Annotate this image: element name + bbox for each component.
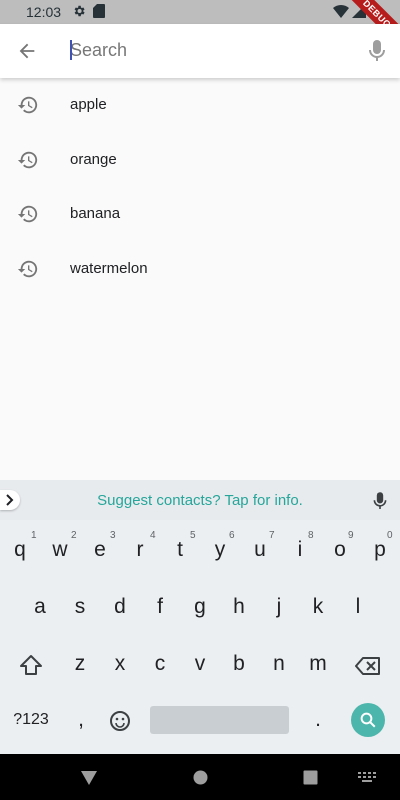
text-cursor	[70, 40, 72, 60]
key-m[interactable]: m	[300, 646, 336, 682]
key-n[interactable]: n	[261, 646, 297, 682]
key-hint: 4	[150, 530, 156, 541]
emoji-icon[interactable]	[109, 710, 131, 732]
key-hint: 8	[308, 530, 314, 541]
keyboard-switcher-icon[interactable]	[358, 772, 376, 784]
wifi-icon	[333, 5, 349, 18]
key-g[interactable]: g	[182, 589, 218, 625]
soft-keyboard: Suggest contacts? Tap for info. q w e r …	[0, 480, 400, 754]
key-hint: 5	[190, 530, 196, 541]
settings-icon	[74, 5, 85, 17]
history-item[interactable]: banana	[0, 187, 400, 242]
key-x[interactable]: x	[102, 646, 138, 682]
history-label: watermelon	[70, 259, 148, 277]
symbols-key[interactable]: ?123	[6, 702, 56, 738]
key-hint: 7	[269, 530, 275, 541]
key-hint: 3	[110, 530, 116, 541]
key-h[interactable]: h	[221, 589, 257, 625]
key-hint: 1	[31, 530, 37, 541]
suggestion-strip: Suggest contacts? Tap for info.	[0, 480, 400, 520]
key-l[interactable]: l	[340, 589, 376, 625]
nav-back-icon[interactable]	[80, 770, 98, 786]
key-hint: 6	[229, 530, 235, 541]
key-j[interactable]: j	[261, 589, 297, 625]
history-item[interactable]: watermelon	[0, 242, 400, 297]
history-item[interactable]: orange	[0, 133, 400, 188]
system-nav-bar	[0, 754, 400, 800]
history-label: orange	[70, 150, 117, 168]
search-input[interactable]	[70, 36, 350, 64]
back-arrow-icon[interactable]	[16, 40, 38, 62]
key-k[interactable]: k	[300, 589, 336, 625]
history-icon	[17, 260, 38, 277]
search-history-list: apple orange banana watermelon	[0, 78, 400, 296]
comma-key[interactable]: ,	[64, 702, 98, 738]
key-b[interactable]: b	[221, 646, 257, 682]
key-d[interactable]: d	[102, 589, 138, 625]
sd-card-icon	[93, 4, 105, 18]
space-bar[interactable]	[150, 706, 289, 734]
key-hint: 2	[71, 530, 77, 541]
status-bar: 12:03 DEBUG	[0, 0, 400, 52]
shift-icon[interactable]	[19, 654, 43, 676]
key-a[interactable]: a	[22, 589, 58, 625]
key-hint: 0	[387, 530, 393, 541]
key-hint: 9	[348, 530, 354, 541]
key-c[interactable]: c	[142, 646, 178, 682]
search-icon	[360, 712, 376, 728]
search-app-bar	[0, 24, 400, 78]
history-item[interactable]: apple	[0, 78, 400, 133]
key-v[interactable]: v	[182, 646, 218, 682]
key-z[interactable]: z	[62, 646, 98, 682]
keyboard-search-button[interactable]	[351, 703, 385, 737]
nav-recents-icon[interactable]	[303, 770, 318, 785]
history-label: banana	[70, 205, 121, 222]
nav-home-icon[interactable]	[193, 770, 208, 785]
history-icon	[17, 96, 38, 114]
backspace-icon[interactable]	[355, 656, 381, 676]
status-time: 12:03	[26, 4, 62, 20]
microphone-icon[interactable]	[367, 39, 387, 63]
suggest-contacts-prompt[interactable]: Suggest contacts? Tap for info.	[0, 492, 400, 509]
history-icon	[17, 205, 38, 223]
history-label: apple	[70, 96, 107, 113]
voice-input-icon[interactable]	[372, 491, 388, 511]
key-f[interactable]: f	[142, 589, 178, 625]
key-s[interactable]: s	[62, 589, 98, 625]
history-icon	[17, 151, 38, 168]
period-key[interactable]: .	[300, 702, 336, 738]
